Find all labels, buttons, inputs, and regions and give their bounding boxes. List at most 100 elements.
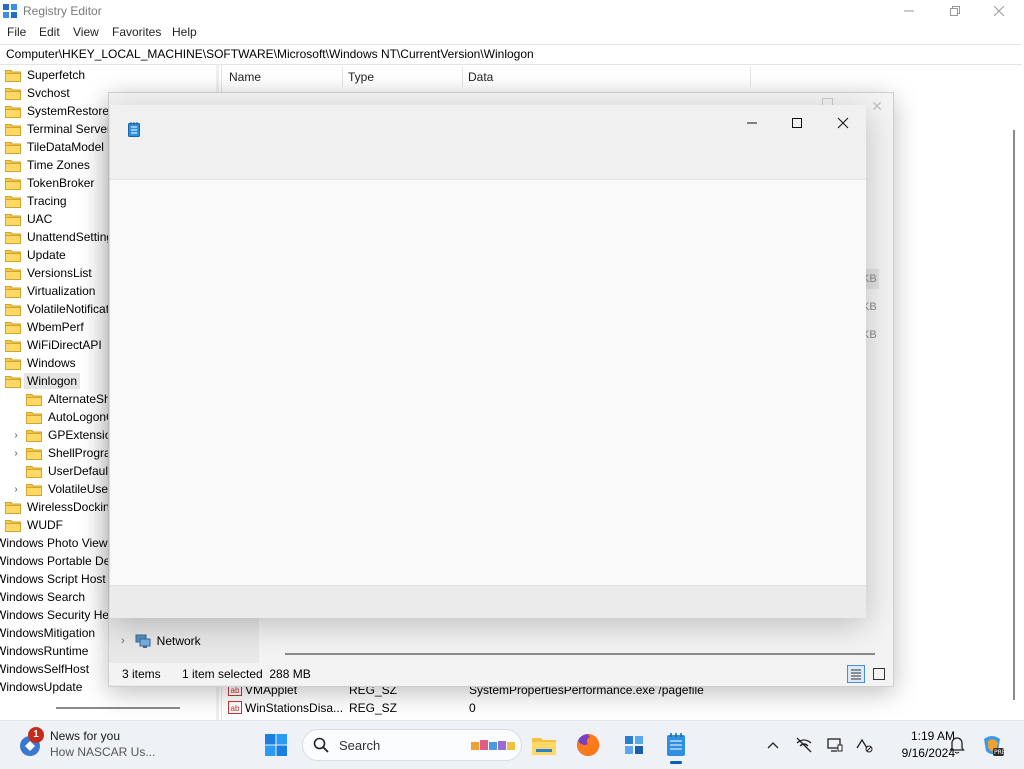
chevron-right-icon[interactable]: › bbox=[11, 448, 21, 459]
tree-item[interactable]: UnattendSettings bbox=[5, 228, 119, 246]
tree-item[interactable]: Svchost bbox=[5, 84, 70, 102]
tree-item[interactable]: Windows Search bbox=[0, 588, 85, 606]
taskbar-app-puzzle[interactable] bbox=[618, 729, 650, 761]
details-view-button[interactable] bbox=[847, 665, 865, 683]
tree-item[interactable]: Virtualization bbox=[5, 282, 95, 300]
tree-horizontal-scrollbar[interactable] bbox=[56, 707, 180, 709]
large-icons-view-icon[interactable] bbox=[871, 666, 887, 682]
menu-help[interactable]: Help bbox=[172, 25, 197, 39]
tree-item[interactable]: Winlogon bbox=[5, 372, 81, 390]
tree-item[interactable]: Windows bbox=[5, 354, 76, 372]
tree-item[interactable]: WindowsSelfHost bbox=[0, 660, 89, 678]
menu-view[interactable]: View bbox=[73, 25, 99, 39]
column-divider[interactable] bbox=[462, 67, 463, 87]
tree-item[interactable]: TokenBroker bbox=[5, 174, 94, 192]
tree-item[interactable]: WindowsRuntime bbox=[0, 642, 88, 660]
column-type[interactable]: Type bbox=[348, 70, 374, 84]
close-button[interactable] bbox=[976, 0, 1022, 22]
tree-item[interactable]: SystemRestore bbox=[5, 102, 109, 120]
status-bar: 3 items 1 item selected 288 MB bbox=[109, 663, 893, 685]
file-explorer-icon bbox=[532, 738, 556, 755]
explorer-horizontal-scrollbar[interactable] bbox=[285, 653, 875, 655]
column-divider[interactable] bbox=[342, 67, 343, 87]
folder-icon bbox=[5, 249, 21, 262]
notepad-close-button[interactable] bbox=[820, 109, 866, 137]
tree-item[interactable]: VersionsList bbox=[5, 264, 92, 282]
notepad-minimize-button[interactable] bbox=[729, 109, 775, 137]
registry-editor-icon bbox=[3, 4, 17, 18]
tree-item[interactable]: Terminal Server bbox=[5, 120, 111, 138]
menu-edit[interactable]: Edit bbox=[39, 25, 60, 39]
taskbar-notepad[interactable] bbox=[660, 729, 692, 764]
chevron-right-icon[interactable]: › bbox=[121, 635, 125, 647]
taskbar-file-explorer[interactable] bbox=[528, 729, 560, 761]
tree-item-label: WindowsUpdate bbox=[0, 680, 83, 694]
copilot-icon[interactable]: PRE bbox=[980, 733, 1004, 757]
taskbar-firefox[interactable] bbox=[572, 729, 604, 761]
start-button[interactable] bbox=[264, 733, 288, 757]
tree-item[interactable]: Windows Photo Viewer bbox=[0, 534, 118, 552]
display-icon[interactable] bbox=[826, 736, 844, 754]
title-bar[interactable]: Registry Editor bbox=[0, 0, 1024, 22]
tree-item-label: Windows Script Host bbox=[0, 572, 106, 586]
tree-item[interactable]: WindowsUpdate bbox=[0, 678, 82, 696]
folder-icon bbox=[5, 105, 21, 118]
maximize-button[interactable] bbox=[932, 0, 978, 22]
chevron-right-icon[interactable]: › bbox=[11, 484, 21, 495]
tree-item[interactable]: UAC bbox=[5, 210, 52, 228]
tree-item[interactable]: Windows Script Host bbox=[0, 570, 106, 588]
menu-favorites[interactable]: Favorites bbox=[112, 25, 161, 39]
value-data: 0 bbox=[469, 701, 476, 715]
column-name[interactable]: Name bbox=[229, 70, 261, 84]
nav-item-network[interactable]: › Network bbox=[121, 631, 201, 651]
chevron-right-icon[interactable]: › bbox=[11, 430, 21, 441]
folder-icon bbox=[26, 447, 42, 460]
address-bar[interactable]: Computer\HKEY_LOCAL_MACHINE\SOFTWARE\Mic… bbox=[0, 44, 1022, 65]
notification-bell-icon[interactable] bbox=[948, 736, 966, 754]
values-vertical-scrollbar[interactable] bbox=[1013, 130, 1015, 700]
minimize-icon bbox=[904, 10, 914, 12]
value-row[interactable]: ab WinStationsDisa... REG_SZ 0 bbox=[228, 699, 988, 717]
tree-item[interactable]: WUDF bbox=[5, 516, 63, 534]
tree-item-label: Svchost bbox=[27, 86, 70, 100]
puzzle-app-icon bbox=[625, 736, 643, 754]
tree-item[interactable]: Update bbox=[5, 246, 66, 264]
tree-item[interactable]: WiFiDirectAPI bbox=[5, 336, 102, 354]
tree-item-label: WUDF bbox=[27, 518, 63, 532]
column-data[interactable]: Data bbox=[468, 70, 493, 84]
news-widget[interactable]: 1 News for you How NASCAR Us... bbox=[18, 727, 198, 763]
clock-date[interactable]: 9/16/2024 bbox=[883, 746, 955, 760]
clock-time[interactable]: 1:19 AM bbox=[897, 729, 955, 743]
accessibility-icon[interactable] bbox=[855, 736, 873, 754]
tree-item[interactable]: Time Zones bbox=[5, 156, 90, 174]
notepad-title-bar[interactable] bbox=[110, 105, 866, 179]
system-tray: 1:19 AM 9/16/2024 PRE bbox=[760, 721, 1024, 769]
column-divider[interactable] bbox=[750, 67, 751, 87]
menu-file[interactable]: File bbox=[7, 25, 26, 39]
tree-item[interactable]: WirelessDocking bbox=[5, 498, 116, 516]
tree-item[interactable]: WindowsMitigation bbox=[0, 624, 95, 642]
minimize-button[interactable] bbox=[886, 0, 932, 22]
explorer-close-icon[interactable]: ✕ bbox=[871, 98, 883, 115]
folder-icon bbox=[5, 177, 21, 190]
tree-item[interactable]: UserDefaults bbox=[11, 462, 117, 480]
tree-item[interactable]: Superfetch bbox=[5, 66, 85, 84]
network-offline-icon[interactable] bbox=[795, 736, 813, 754]
folder-icon bbox=[5, 123, 21, 136]
restore-icon bbox=[950, 6, 960, 16]
folder-icon bbox=[5, 267, 21, 280]
value-type: REG_SZ bbox=[349, 701, 398, 715]
folder-icon bbox=[26, 411, 42, 424]
tree-item-label: Terminal Server bbox=[27, 122, 112, 136]
chevron-up-icon[interactable] bbox=[764, 736, 782, 754]
tree-item-label: TokenBroker bbox=[27, 176, 95, 190]
tree-item-label: SystemRestore bbox=[27, 104, 110, 118]
tree-item[interactable]: WbemPerf bbox=[5, 318, 84, 336]
notepad-text-area[interactable] bbox=[110, 179, 866, 586]
tree-item-label: UAC bbox=[27, 212, 53, 226]
notepad-maximize-button[interactable] bbox=[774, 109, 820, 137]
tree-item-label: Windows Photo Viewer bbox=[0, 536, 119, 550]
taskbar-search[interactable]: Search bbox=[302, 729, 522, 761]
tree-item[interactable]: Tracing bbox=[5, 192, 67, 210]
tree-item[interactable]: TileDataModel bbox=[5, 138, 104, 156]
